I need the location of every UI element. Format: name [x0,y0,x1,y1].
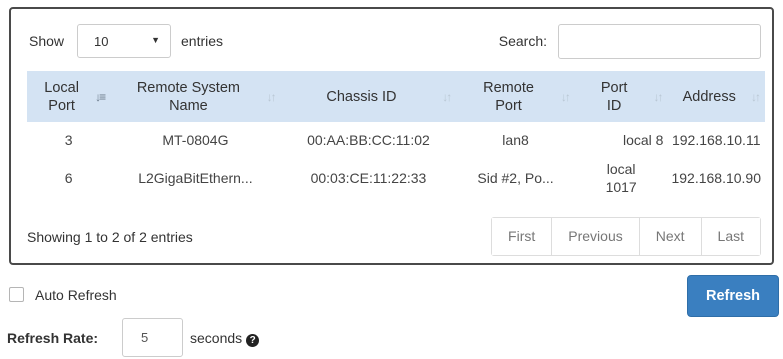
column-header-port-id[interactable]: Port ID ↓↑ [575,71,668,122]
search-input[interactable] [558,24,761,59]
cell-local-port: 3 [64,132,73,148]
entries-label: entries [181,33,224,49]
seconds-label: seconds [190,330,243,346]
column-header-label: Local [44,79,79,96]
entries-per-page-select[interactable]: 10 ▼ [77,24,171,58]
auto-refresh-label[interactable]: Auto Refresh [35,287,117,303]
table-header-row: Local Port ↓≡ Remote System Name ↓↑ Chas… [27,71,765,122]
pagination-next-button[interactable]: Next [638,218,701,255]
sort-icon: ↓↑ [560,90,571,104]
column-header-label: Port [48,97,75,114]
refresh-button[interactable]: Refresh [687,275,779,317]
neighbors-table: Local Port ↓≡ Remote System Name ↓↑ Chas… [27,71,765,198]
refresh-rate-unit: seconds? [190,330,260,347]
sort-icon: ↓↑ [266,90,277,104]
cell-port-id: local 8 [575,122,668,158]
pagination-previous-button[interactable]: Previous [551,218,639,255]
sort-icon: ↓↑ [442,90,452,104]
column-header-label: Chassis ID [326,88,397,105]
cell-remote-port: lan8 [502,132,529,148]
column-header-label: Port [600,79,628,96]
column-header-label: Remote System [136,79,240,96]
question-circle-icon[interactable]: ? [246,334,260,347]
cell-chassis-id: 00:03:CE:11:22:33 [310,170,427,186]
cell-remote-system-name: MT-0804G [162,132,229,148]
column-header-label: Name [169,97,208,114]
column-header-address[interactable]: Address ↓↑ [667,71,765,122]
search-label: Search: [498,33,547,49]
pagination: First Previous Next Last [491,217,761,256]
cell-chassis-id: 00:AA:BB:CC:11:02 [307,132,430,148]
column-header-local-port[interactable]: Local Port ↓≡ [27,71,110,122]
table-info: Showing 1 to 2 of 2 entries [27,229,193,245]
lldp-table-panel: Show 10 ▼ entries Search: Local Port ↓≡ … [9,7,774,265]
table-controls: Show 10 ▼ entries Search: [27,24,761,60]
show-label: Show [29,33,65,49]
table-row[interactable]: 3 MT-0804G 00:AA:BB:CC:11:02 lan8 local … [27,122,765,158]
cell-port-id-text: local 8 [623,132,664,148]
column-header-label: Address [682,88,736,105]
column-header-label: ID [606,97,622,114]
table-row[interactable]: 6 L2GigaBitEthern... 00:03:CE:11:22:33 S… [27,158,765,198]
sort-ascending-icon: ↓≡ [95,90,106,104]
column-header-label: Remote [483,79,534,96]
cell-address: 192.168.10.90 [671,170,761,186]
cell-local-port: 6 [64,170,73,186]
column-header-label: Port [495,97,522,114]
cell-remote-system-name: L2GigaBitEthern... [138,170,253,186]
column-header-remote-port[interactable]: Remote Port ↓↑ [456,71,575,122]
refresh-rate-input[interactable] [122,318,183,357]
auto-refresh-checkbox[interactable] [9,287,24,302]
entries-per-page-value: 10 [94,34,109,49]
cell-port-id-text: 1017 [605,179,637,195]
cell-port-id: local 1017 [575,158,668,198]
column-header-chassis-id[interactable]: Chassis ID ↓↑ [281,71,457,122]
sort-icon: ↓↑ [751,90,761,104]
column-header-remote-system-name[interactable]: Remote System Name ↓↑ [110,71,280,122]
cell-remote-port: Sid #2, Po... [477,170,554,186]
sort-icon: ↓↑ [653,90,663,104]
pagination-last-button[interactable]: Last [700,218,760,255]
chevron-down-icon: ▼ [151,35,160,45]
pagination-first-button[interactable]: First [492,218,552,255]
refresh-rate-label: Refresh Rate: [7,330,99,346]
cell-port-id-text: local [606,161,636,177]
cell-address: 192.168.10.11 [671,132,761,148]
